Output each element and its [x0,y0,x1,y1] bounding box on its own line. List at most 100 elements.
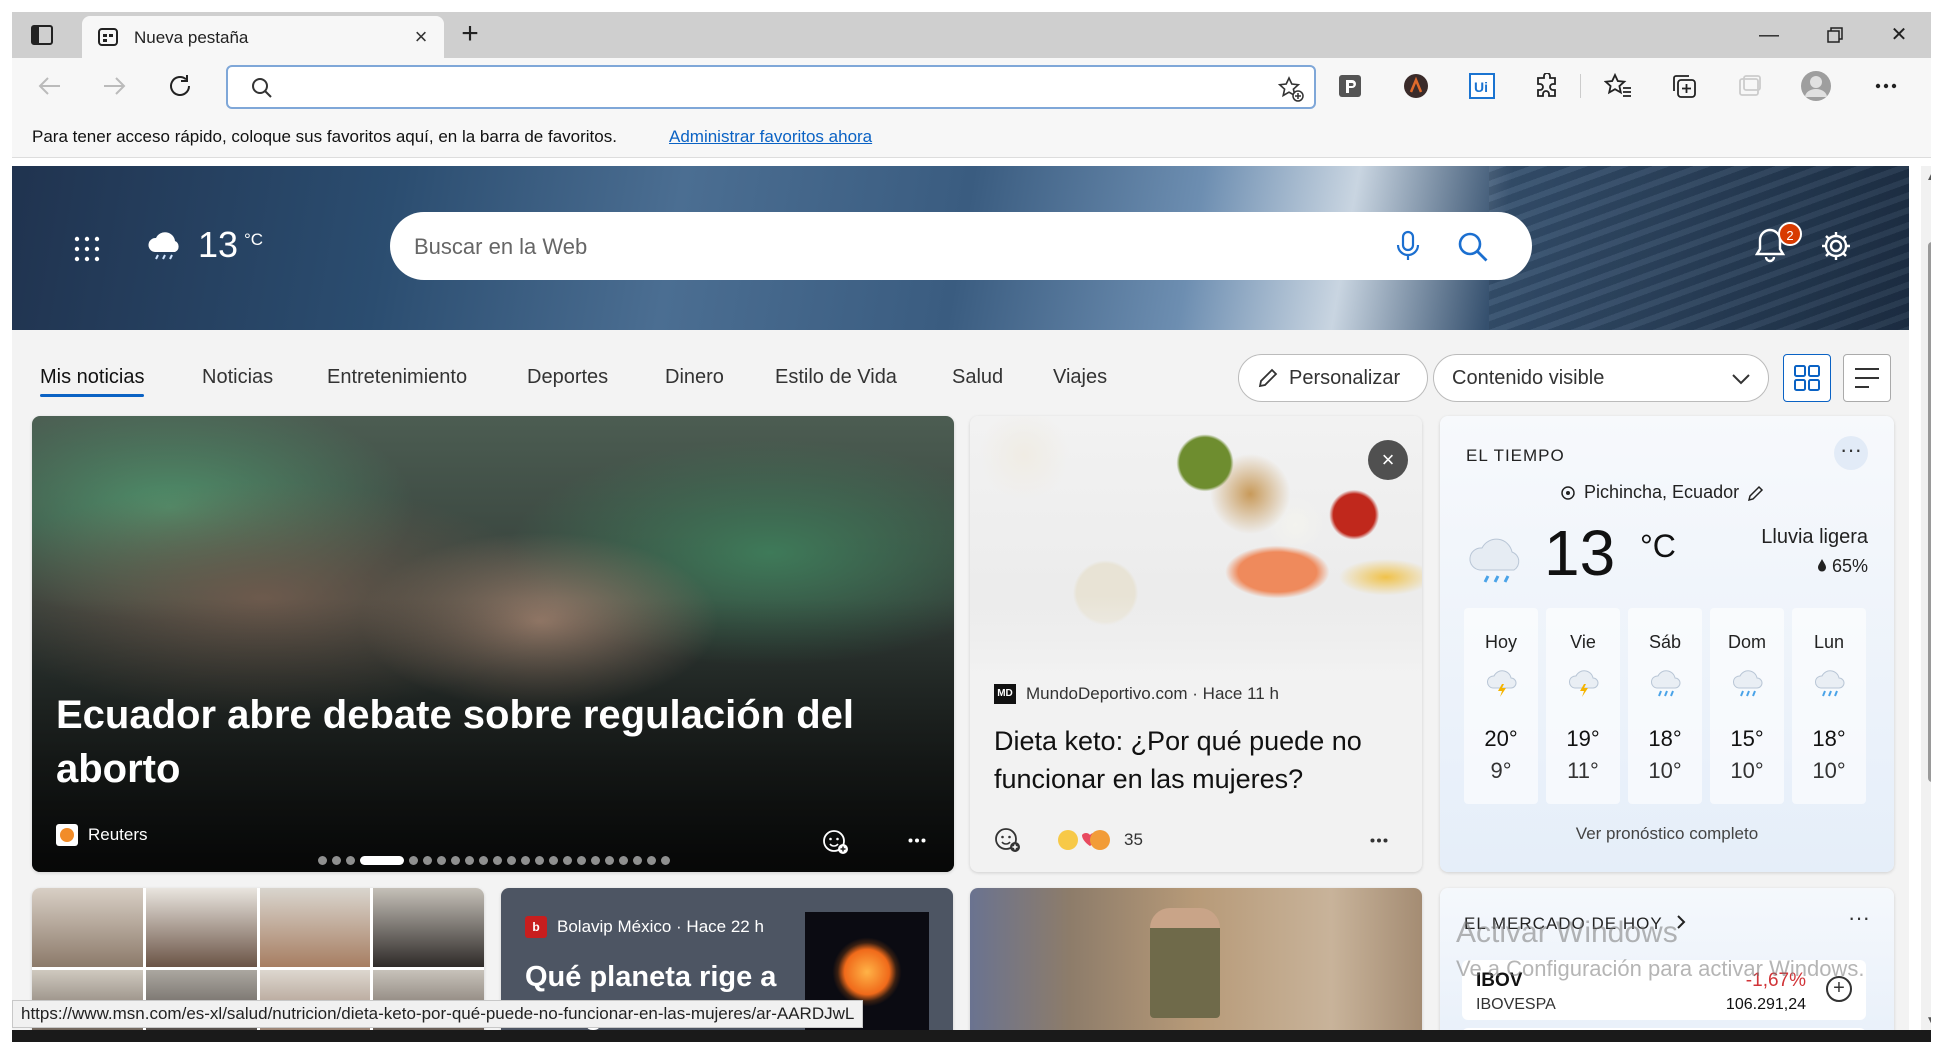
grid-layout-button[interactable] [1783,354,1831,402]
reading-extension-button[interactable] [1334,70,1366,102]
carousel-dot[interactable] [479,856,488,865]
manage-favorites-link[interactable]: Administrar favoritos ahora [669,127,872,147]
more-options-icon[interactable] [1370,838,1388,843]
favorites-button[interactable] [1602,70,1634,102]
web-search-box[interactable]: Buscar en la Web [390,212,1532,280]
carousel-dot[interactable] [507,856,516,865]
header-weather-temp[interactable]: 13 [198,224,238,266]
minimize-button[interactable]: — [1754,20,1784,50]
weather-card[interactable]: EL TIEMPO ··· Pichincha, Ecuador 13 °C L… [1440,416,1894,872]
list-layout-button[interactable] [1843,354,1891,402]
extensions-button[interactable] [1532,70,1564,102]
disabled-ext-button[interactable] [1734,70,1766,102]
forecast-day[interactable]: Dom 15° 10° [1710,608,1784,804]
forward-button[interactable] [98,70,130,102]
tab-viajes[interactable]: Viajes [1053,366,1107,389]
forecast-day-name: Vie [1570,632,1596,652]
notification-badge: 2 [1778,222,1802,246]
scrollbar-thumb[interactable] [1928,242,1931,782]
scroll-down-icon[interactable]: ▼ [1926,1015,1931,1026]
app-launcher-icon[interactable] [74,236,100,262]
weather-condition: Lluvia ligera [1761,526,1868,548]
carousel-dot[interactable] [535,856,544,865]
profile-button[interactable] [1800,70,1832,102]
carousel-dot[interactable] [549,856,558,865]
settings-menu-button[interactable] [1870,70,1902,102]
uipath-ext-button[interactable]: Ui [1466,70,1498,102]
microphone-icon[interactable] [1394,230,1422,262]
add-favorite-icon[interactable] [1278,76,1304,102]
close-window-button[interactable]: ✕ [1884,20,1914,50]
carousel-dot[interactable] [423,856,432,865]
chevron-down-icon [1732,374,1750,385]
carousel-dot[interactable] [493,856,502,865]
market-more-button[interactable]: ··· [1842,904,1876,938]
carousel-dot[interactable] [521,856,530,865]
carousel-dot[interactable] [605,856,614,865]
tab-mis-noticias[interactable]: Mis noticias [40,366,145,397]
restore-button[interactable] [1820,20,1850,50]
page-scrollbar[interactable]: ▲ ▼ [1921,166,1931,1030]
carousel-dot[interactable] [647,856,656,865]
tab-estilo-de-vida[interactable]: Estilo de Vida [775,366,897,389]
scroll-up-icon[interactable]: ▲ [1926,172,1931,183]
keto-story-card[interactable]: × MD MundoDeportivo.com · Hace 11 h Diet… [970,416,1422,872]
tab-new-tab[interactable]: Nueva pestaña × [82,16,444,58]
search-icon[interactable] [1456,230,1490,264]
weather-location[interactable]: Pichincha, Ecuador [1560,482,1765,503]
tab-dinero[interactable]: Dinero [665,366,724,389]
carousel-dot[interactable] [633,856,642,865]
forecast-day[interactable]: Vie 19° 11° [1546,608,1620,804]
weather-cloud-icon[interactable] [146,230,184,260]
tab-noticias[interactable]: Noticias [202,366,273,389]
carousel-dot[interactable] [451,856,460,865]
ext-2-button[interactable] [1400,70,1432,102]
carousel-dot[interactable] [465,856,474,865]
refresh-button[interactable] [164,70,196,102]
add-reaction-icon[interactable] [822,828,850,856]
tab-close-button[interactable]: × [410,24,432,49]
back-button[interactable] [34,70,66,102]
carousel-dot[interactable] [346,856,355,865]
carousel-dot[interactable] [619,856,628,865]
forecast-day[interactable]: Sáb 18° 10° [1628,608,1702,804]
forecast-day-name: Dom [1727,632,1766,652]
carousel-dot[interactable] [360,856,404,865]
carousel-indicator[interactable] [318,856,670,865]
dismiss-card-button[interactable]: × [1368,440,1408,480]
weather-more-button[interactable]: ··· [1834,436,1868,470]
tab-salud[interactable]: Salud [952,366,1003,389]
keto-story-title[interactable]: Dieta keto: ¿Por qué puede no funcionar … [994,722,1414,798]
carousel-dot[interactable] [591,856,600,865]
soldier-video-card[interactable] [970,888,1422,1030]
personalize-button[interactable]: Personalizar [1238,354,1428,402]
keto-story-footer: 35 [994,826,1143,854]
full-forecast-link[interactable]: Ver pronóstico completo [1440,824,1894,844]
content-visible-select[interactable]: Contenido visible [1433,354,1769,402]
carousel-dot[interactable] [577,856,586,865]
main-story-card[interactable]: Ecuador abre debate sobre regulación del… [32,416,954,872]
carousel-dot[interactable] [409,856,418,865]
address-input[interactable] [288,75,1238,99]
carousel-dot[interactable] [437,856,446,865]
tab-entretenimiento[interactable]: Entretenimiento [327,366,467,389]
tab-deportes[interactable]: Deportes [527,366,608,389]
planet-story-source-text: Bolavip México · Hace 22 h [557,917,764,936]
address-bar[interactable] [226,65,1316,109]
collections-button[interactable] [1668,70,1700,102]
carousel-dot[interactable] [332,856,341,865]
add-reaction-icon[interactable] [994,826,1022,854]
new-tab-button[interactable]: + [456,19,484,49]
more-options-icon[interactable] [908,838,926,843]
edit-pencil-icon[interactable] [1747,484,1765,502]
main-story-title[interactable]: Ecuador abre debate sobre regulación del… [56,688,916,796]
tab-actions-button[interactable] [28,21,56,49]
gear-icon[interactable] [1820,230,1852,262]
carousel-dot[interactable] [661,856,670,865]
forecast-day[interactable]: Lun 18° 10° [1792,608,1866,804]
forecast-day[interactable]: Hoy 20° 9° [1464,608,1538,804]
carousel-dot[interactable] [318,856,327,865]
carousel-dot[interactable] [563,856,572,865]
forecast-high: 18° [1648,726,1682,751]
forecast-high: 19° [1566,726,1600,751]
